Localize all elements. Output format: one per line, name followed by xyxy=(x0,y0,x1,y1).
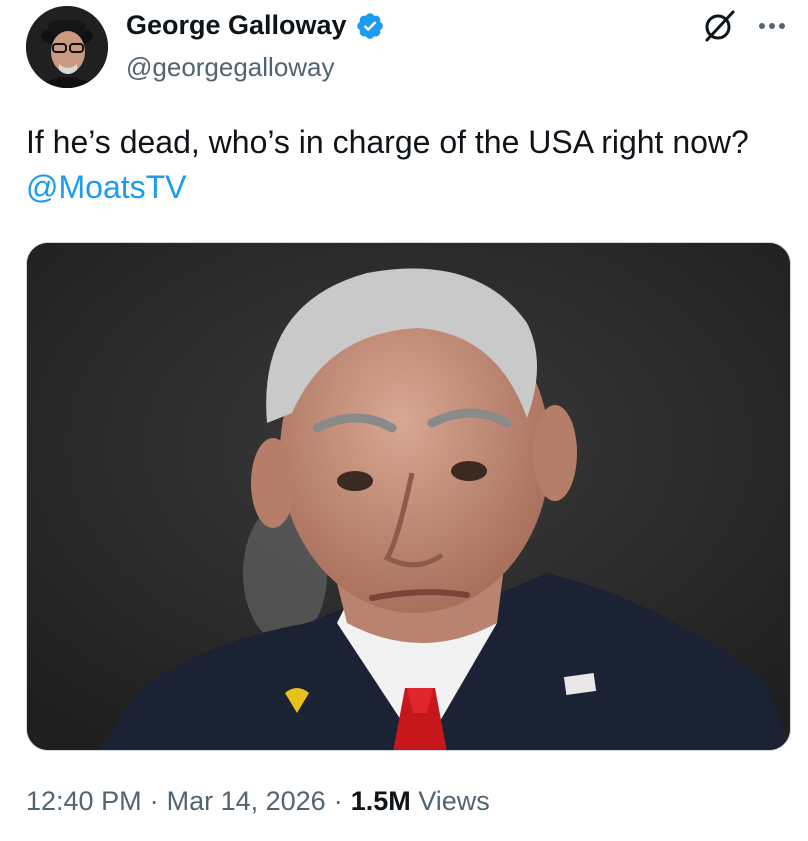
mention-link[interactable]: @MoatsTV xyxy=(26,169,187,205)
views-label: Views xyxy=(418,786,490,816)
grok-slash-circle-icon[interactable] xyxy=(699,6,739,46)
author-handle[interactable]: @georgegalloway xyxy=(126,52,335,83)
tweet-body: If he’s dead, who’s in charge of the USA… xyxy=(26,124,749,160)
author-name[interactable]: George Galloway xyxy=(126,10,347,41)
tweet-date[interactable]: Mar 14, 2026 xyxy=(167,786,326,817)
tweet-meta: 12:40 PM · Mar 14, 2026 · 1.5M Views xyxy=(26,786,490,817)
verified-badge-icon xyxy=(355,11,385,41)
tweet-time[interactable]: 12:40 PM xyxy=(26,786,142,817)
meta-separator: · xyxy=(149,786,159,816)
photo-image xyxy=(27,243,790,750)
author-avatar[interactable] xyxy=(26,6,108,88)
avatar-image xyxy=(26,6,108,88)
more-dots-icon[interactable] xyxy=(754,10,790,40)
author-name-row[interactable]: George Galloway xyxy=(126,10,385,41)
views-count: 1.5M xyxy=(350,786,411,816)
tweet-media-photo[interactable] xyxy=(26,242,791,751)
views-group[interactable]: 1.5M Views xyxy=(351,786,490,817)
meta-separator: · xyxy=(333,786,343,816)
tweet-text: If he’s dead, who’s in charge of the USA… xyxy=(26,120,766,210)
